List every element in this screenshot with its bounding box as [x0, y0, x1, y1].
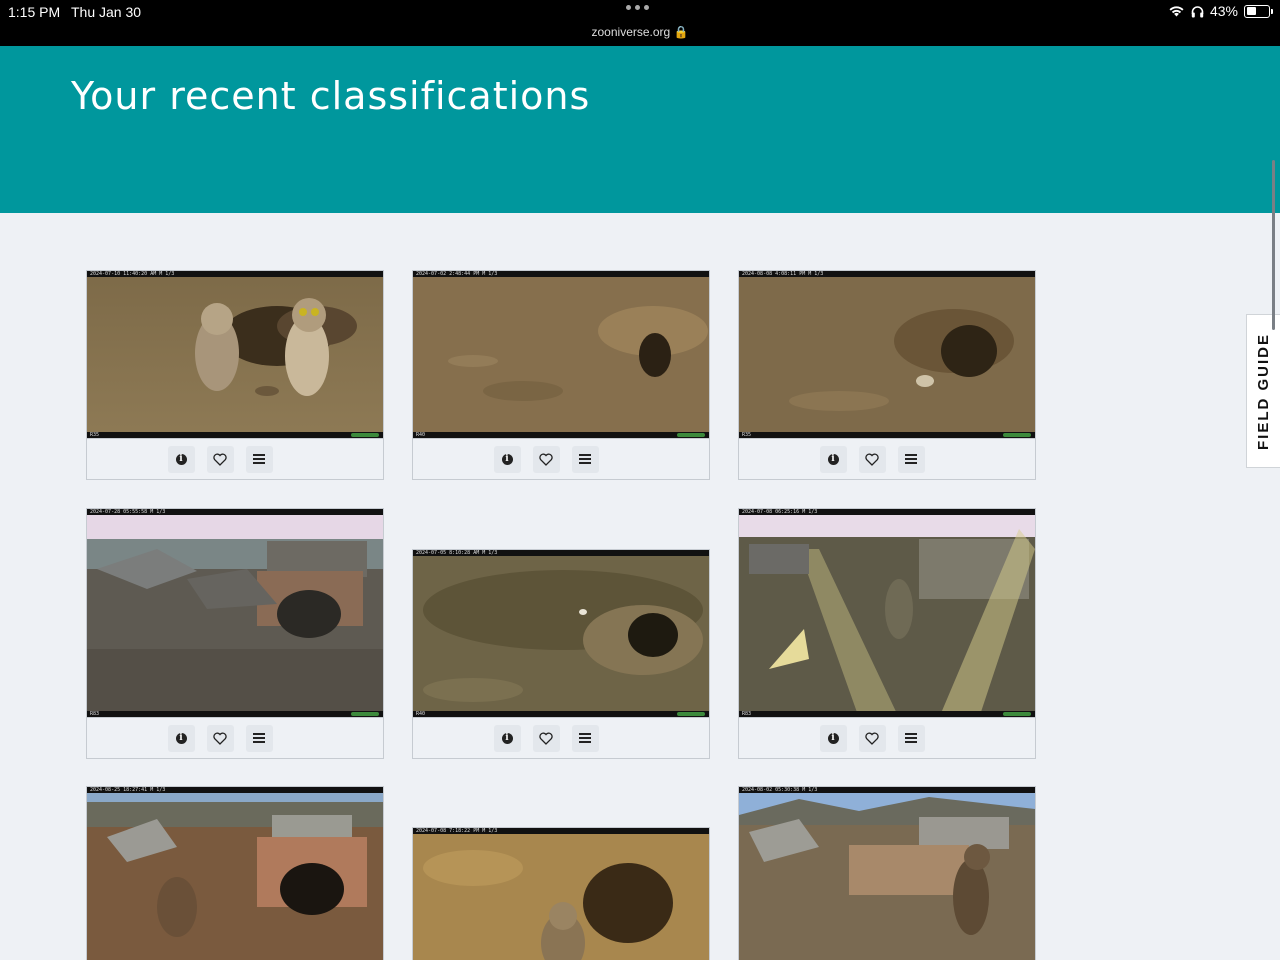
classification-card[interactable]: 2024-07-02 2:48:44 PM M 1/3 R40 i — [412, 270, 710, 480]
address-bar-url[interactable]: zooniverse.org 🔒 — [0, 25, 1280, 39]
info-button[interactable]: i — [493, 724, 521, 752]
card-actions: i — [412, 438, 710, 480]
info-button[interactable]: i — [819, 445, 847, 473]
subject-thumbnail[interactable]: 2024-07-10 11:40:20 AM M 1/3 R35 — [86, 270, 384, 438]
classification-card[interactable]: 2024-08-02 05:30:38 M 1/3 — [738, 786, 1036, 960]
classification-card[interactable]: 2024-07-10 11:40:20 AM M 1/3 R35 i — [86, 270, 384, 480]
status-indicators: 43% — [1168, 3, 1273, 19]
camera-stamp: 2024-08-02 05:30:38 M 1/3 — [739, 787, 1035, 793]
card-actions: i — [412, 717, 710, 759]
classification-card[interactable]: 2024-07-08 06:25:16 M 1/3 R83 i — [738, 508, 1036, 759]
info-icon: i — [827, 453, 839, 465]
wifi-icon — [1169, 6, 1184, 17]
headphones-icon — [1191, 5, 1204, 17]
favorite-button[interactable] — [858, 445, 886, 473]
camera-stamp: 2024-07-05 8:10:28 AM M 1/3 — [413, 550, 709, 556]
subject-thumbnail[interactable]: 2024-07-05 8:10:28 AM M 1/3 R40 — [412, 549, 710, 717]
battery-percent: 43% — [1209, 3, 1238, 19]
list-icon — [579, 733, 591, 743]
subject-thumbnail[interactable]: 2024-08-25 18:27:41 M 1/3 — [86, 786, 384, 960]
heart-icon — [539, 453, 553, 466]
card-actions: i — [738, 717, 1036, 759]
list-icon — [905, 454, 917, 464]
info-icon: i — [501, 453, 513, 465]
subject-thumbnail[interactable]: 2024-08-08 4:08:11 PM M 1/3 R35 — [738, 270, 1036, 438]
list-icon — [253, 733, 265, 743]
field-guide-label: FIELD GUIDE — [1255, 332, 1273, 450]
field-guide-tab[interactable]: FIELD GUIDE — [1246, 314, 1280, 468]
collections-button[interactable] — [245, 445, 273, 473]
info-button[interactable]: i — [493, 445, 521, 473]
status-time: 1:15 PM — [8, 4, 61, 20]
list-icon — [579, 454, 591, 464]
collections-button[interactable] — [897, 724, 925, 752]
info-icon: i — [501, 732, 513, 744]
heart-icon — [539, 732, 553, 745]
favorite-button[interactable] — [532, 445, 560, 473]
card-actions: i — [86, 438, 384, 480]
info-icon: i — [827, 732, 839, 744]
camera-stamp: 2024-07-10 11:40:20 AM M 1/3 — [87, 271, 383, 277]
favorite-button[interactable] — [206, 445, 234, 473]
list-icon — [905, 733, 917, 743]
collections-button[interactable] — [571, 445, 599, 473]
page-title: Your recent classifications — [71, 74, 591, 118]
camera-stamp: 2024-07-08 7:18:22 PM M 1/3 — [413, 828, 709, 834]
classification-card[interactable]: 2024-07-05 8:10:28 AM M 1/3 R40 i — [412, 549, 710, 759]
collections-button[interactable] — [897, 445, 925, 473]
subject-thumbnail[interactable]: 2024-07-08 06:25:16 M 1/3 R83 — [738, 508, 1036, 717]
camera-stamp: 2024-08-08 4:08:11 PM M 1/3 — [739, 271, 1035, 277]
favorite-button[interactable] — [858, 724, 886, 752]
status-date: Thu Jan 30 — [71, 4, 142, 20]
scrollbar[interactable] — [1272, 160, 1275, 330]
subject-thumbnail[interactable]: 2024-07-02 2:48:44 PM M 1/3 R40 — [412, 270, 710, 438]
ios-status-bar: 1:15 PM Thu Jan 30 zooniverse.org 🔒 43% — [0, 0, 1280, 46]
classification-card[interactable]: 2024-07-08 7:18:22 PM M 1/3 — [412, 827, 710, 960]
info-icon: i — [175, 732, 187, 744]
info-icon: i — [175, 453, 187, 465]
camera-stamp: 2024-07-28 05:55:58 M 1/3 — [87, 509, 383, 515]
classification-card[interactable]: 2024-08-25 18:27:41 M 1/3 — [86, 786, 384, 960]
info-button[interactable]: i — [167, 724, 195, 752]
favorite-button[interactable] — [532, 724, 560, 752]
heart-icon — [865, 732, 879, 745]
subject-thumbnail[interactable]: 2024-07-28 05:55:58 M 1/3 R83 — [86, 508, 384, 717]
classification-card[interactable]: 2024-07-28 05:55:58 M 1/3 R83 i — [86, 508, 384, 759]
list-icon — [253, 454, 265, 464]
card-actions: i — [86, 717, 384, 759]
heart-icon — [213, 732, 227, 745]
battery-icon — [1244, 4, 1273, 18]
subject-thumbnail[interactable]: 2024-08-02 05:30:38 M 1/3 — [738, 786, 1036, 960]
card-actions: i — [738, 438, 1036, 480]
camera-stamp: 2024-08-25 18:27:41 M 1/3 — [87, 787, 383, 793]
favorite-button[interactable] — [206, 724, 234, 752]
info-button[interactable]: i — [167, 445, 195, 473]
heart-icon — [213, 453, 227, 466]
page-header: Your recent classifications — [0, 46, 1280, 213]
collections-button[interactable] — [245, 724, 273, 752]
collections-button[interactable] — [571, 724, 599, 752]
camera-stamp: 2024-07-02 2:48:44 PM M 1/3 — [413, 271, 709, 277]
heart-icon — [865, 453, 879, 466]
camera-stamp: 2024-07-08 06:25:16 M 1/3 — [739, 509, 1035, 515]
tab-overview-dots-icon[interactable] — [626, 5, 649, 10]
info-button[interactable]: i — [819, 724, 847, 752]
classification-card[interactable]: 2024-08-08 4:08:11 PM M 1/3 R35 i — [738, 270, 1036, 480]
subject-thumbnail[interactable]: 2024-07-08 7:18:22 PM M 1/3 — [412, 827, 710, 960]
